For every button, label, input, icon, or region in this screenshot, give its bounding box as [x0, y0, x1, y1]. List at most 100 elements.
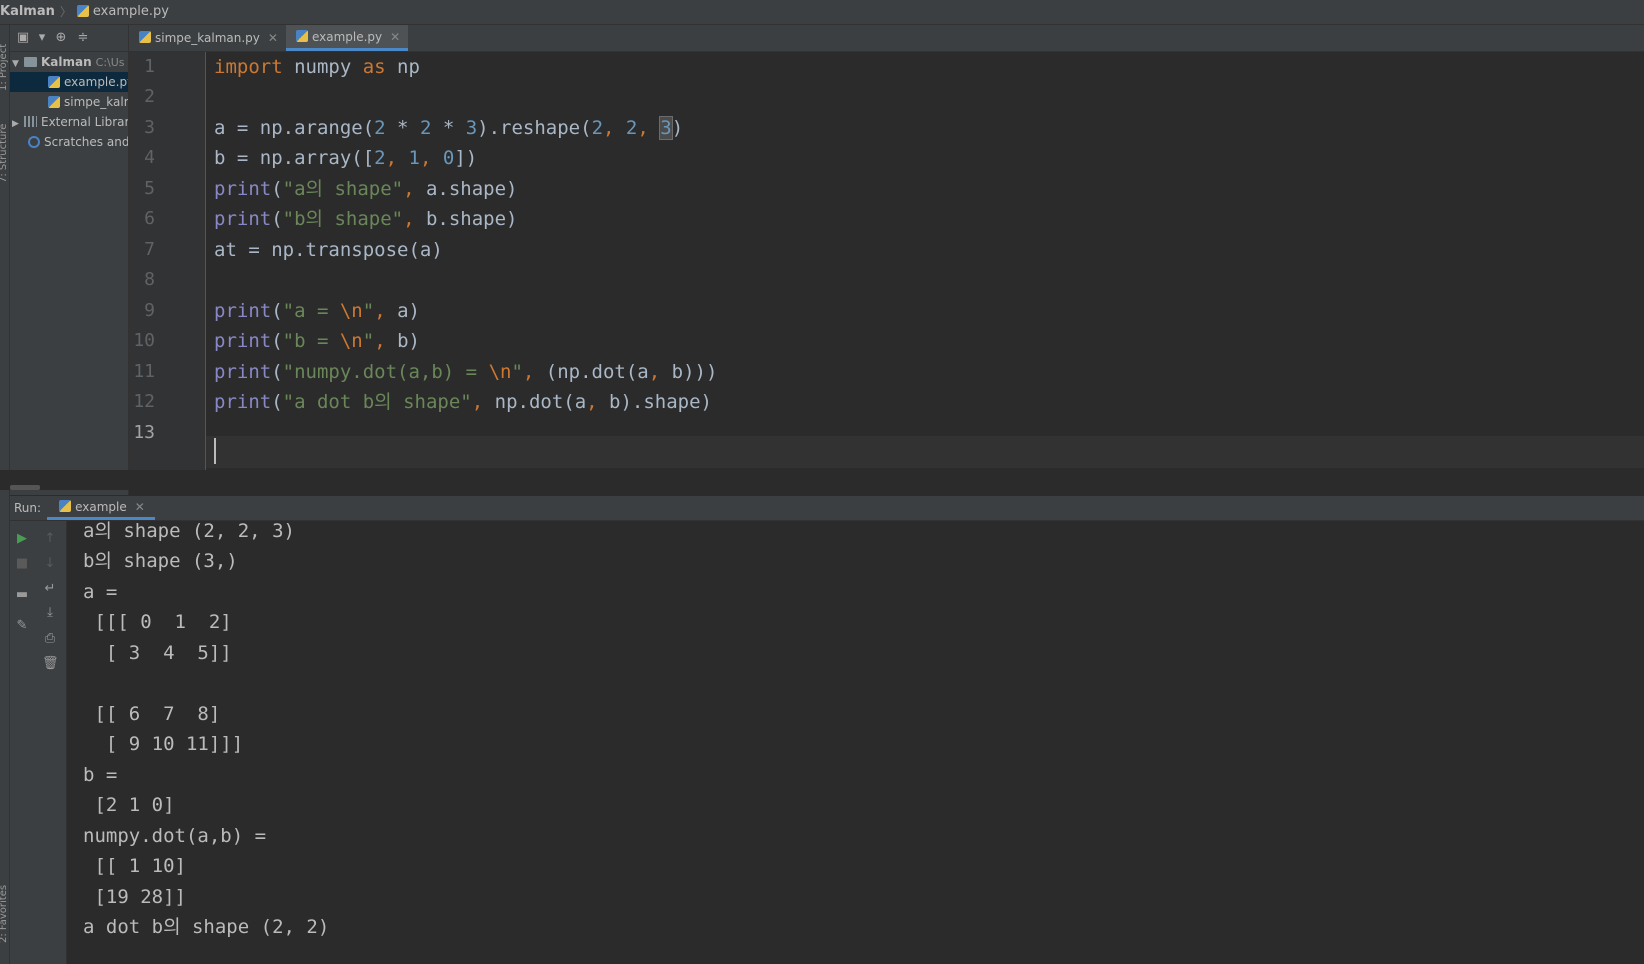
python-file-icon — [139, 31, 151, 43]
code-line-9: print("a = \n", a) — [214, 300, 420, 322]
tree-item-simpe-kalman[interactable]: simpe_kalm — [10, 92, 128, 112]
python-file-icon — [48, 75, 60, 88]
line-number: 9 — [144, 300, 155, 321]
scroll-to-end-icon[interactable]: ⤓ — [42, 605, 58, 621]
tree-external-libraries[interactable]: ▶ External Librari — [10, 112, 128, 132]
soft-wrap-icon[interactable]: ↵ — [42, 581, 58, 597]
tab-simpe-kalman[interactable]: simpe_kalman.py ✕ — [129, 25, 286, 51]
panel-splitter[interactable] — [0, 470, 1644, 490]
close-icon[interactable]: ✕ — [390, 30, 400, 44]
expand-triangle-icon[interactable]: ▼ — [12, 54, 24, 74]
run-panel-header: Run: example ✕ — [10, 496, 1644, 521]
tree-item-label: example.py — [64, 75, 129, 89]
line-number: 10 — [133, 330, 155, 351]
line-number: 11 — [133, 361, 155, 382]
down-arrow-icon[interactable]: ↓ — [42, 556, 58, 572]
line-number: 5 — [144, 178, 155, 199]
side-tab-structure[interactable]: 7: Structure — [0, 113, 10, 183]
console-line: a dot b의 shape (2, 2) — [83, 916, 330, 938]
code-line-1: import numpy as np — [214, 56, 420, 78]
line-number: 7 — [144, 239, 155, 260]
text-caret — [214, 438, 216, 464]
editor-tab-bar: simpe_kalman.py ✕ example.py ✕ — [129, 25, 1644, 52]
side-tab-favorites[interactable]: 2: Favorites — [0, 873, 10, 943]
rerun-icon[interactable]: ▶ — [14, 531, 30, 547]
tab-label: simpe_kalman.py — [155, 31, 260, 45]
breadcrumb-project[interactable]: Kalman — [0, 0, 55, 24]
side-tab-project[interactable]: 1: Project — [0, 29, 10, 91]
library-icon — [24, 116, 37, 127]
run-label: Run: — [14, 501, 42, 515]
horizontal-scrollbar[interactable] — [10, 485, 40, 490]
close-icon[interactable]: ✕ — [268, 31, 278, 45]
run-console[interactable]: a의 shape (2, 2, 3) b의 shape (3,) a = [[[… — [67, 521, 1644, 964]
tree-item-label: simpe_kalm — [64, 95, 129, 109]
console-line: [ 3 4 5]] — [83, 642, 232, 664]
run-tab-label: example — [75, 499, 127, 514]
console-line: b의 shape (3,) — [83, 550, 238, 572]
code-editor[interactable]: 1 2 3 4 5 6 7 8 9 10 11 12 13 import num… — [129, 52, 1644, 470]
code-line-12: print("a dot b의 shape", np.dot(a, b).sha… — [214, 391, 712, 413]
close-icon[interactable]: ✕ — [135, 500, 145, 514]
line-number: 8 — [144, 269, 155, 290]
print-icon[interactable]: ⎙ — [42, 631, 58, 647]
console-line: [2 1 0] — [83, 794, 175, 816]
pin-icon[interactable]: ✎ — [14, 618, 30, 634]
console-line: [19 28]] — [83, 886, 186, 908]
line-number: 1 — [144, 56, 155, 77]
python-file-icon — [76, 5, 89, 17]
chevron-down-icon[interactable]: ▾ — [38, 31, 46, 45]
code-line-4: b = np.array([2, 1, 0]) — [214, 147, 478, 169]
line-number: 12 — [133, 391, 155, 412]
layout-icon[interactable]: ▬ — [14, 587, 30, 603]
line-number-current: 13 — [133, 422, 155, 443]
run-toolbar: ▶ ■ ▬ ✎ ↑ ↓ ↵ ⤓ ⎙ 🗑 — [10, 521, 67, 964]
project-toolbar: ▣ ▾ ⊕ ≑ — [10, 25, 128, 52]
tab-label: example.py — [311, 29, 383, 44]
console-line: [[[ 0 1 2] — [83, 611, 232, 633]
tree-root-path: C:\Us — [95, 56, 125, 69]
tree-item-example[interactable]: example.py — [10, 72, 128, 92]
scratches-icon — [28, 135, 40, 148]
line-number: 4 — [144, 147, 155, 168]
console-line: [ 9 10 11]]] — [83, 733, 244, 755]
project-view-icon[interactable]: ▣ — [16, 31, 30, 45]
folder-icon — [24, 56, 37, 67]
tab-example[interactable]: example.py ✕ — [285, 25, 409, 51]
console-line: [[ 6 7 8] — [83, 703, 221, 725]
tree-external-label: External Librari — [41, 115, 129, 129]
python-icon — [59, 499, 72, 512]
code-line-7: at = np.transpose(a) — [214, 239, 443, 261]
breadcrumb: Kalman 〉 example.py — [0, 0, 1644, 25]
project-panel: ▣ ▾ ⊕ ≑ ▼ Kalman C:\Us example.py simpe_ka… — [10, 25, 129, 495]
tree-scratches[interactable]: Scratches and — [10, 132, 128, 152]
console-line: a = — [83, 581, 118, 603]
expand-triangle-icon[interactable]: ▶ — [12, 114, 24, 134]
code-line-10: print("b = \n", b) — [214, 330, 420, 352]
trash-icon[interactable]: 🗑 — [42, 656, 59, 672]
line-number: 6 — [144, 208, 155, 229]
tree-root-label: Kalman — [41, 55, 92, 69]
stop-icon[interactable]: ■ — [14, 556, 30, 572]
chevron-right-icon: 〉 — [59, 5, 72, 19]
console-line: a의 shape (2, 2, 3) — [83, 521, 295, 542]
code-line-3: a = np.arange(2 * 2 * 3).reshape(2, 2, 3… — [214, 116, 684, 140]
breadcrumb-file[interactable]: example.py — [93, 0, 169, 24]
line-number: 2 — [144, 86, 155, 107]
current-line-highlight — [129, 436, 1644, 468]
code-line-11: print("numpy.dot(a,b) = \n", (np.dot(a, … — [214, 361, 718, 383]
line-number-gutter: 1 2 3 4 5 6 7 8 9 10 11 12 13 — [129, 52, 206, 470]
tree-scratches-label: Scratches and — [44, 135, 129, 149]
code-line-5: print("a의 shape", a.shape) — [214, 178, 518, 200]
code-line-6: print("b의 shape", b.shape) — [214, 208, 518, 230]
python-file-icon — [295, 29, 308, 42]
collapse-all-icon[interactable]: ≑ — [76, 31, 90, 45]
console-line: numpy.dot(a,b) = — [83, 825, 267, 847]
tree-root-kalman[interactable]: ▼ Kalman C:\Us — [10, 52, 128, 72]
python-file-icon — [48, 95, 60, 108]
up-arrow-icon[interactable]: ↑ — [42, 531, 58, 547]
console-line: b = — [83, 764, 118, 786]
locate-icon[interactable]: ⊕ — [54, 31, 68, 45]
line-number: 3 — [144, 117, 155, 138]
run-tab-example[interactable]: example ✕ — [47, 496, 155, 520]
